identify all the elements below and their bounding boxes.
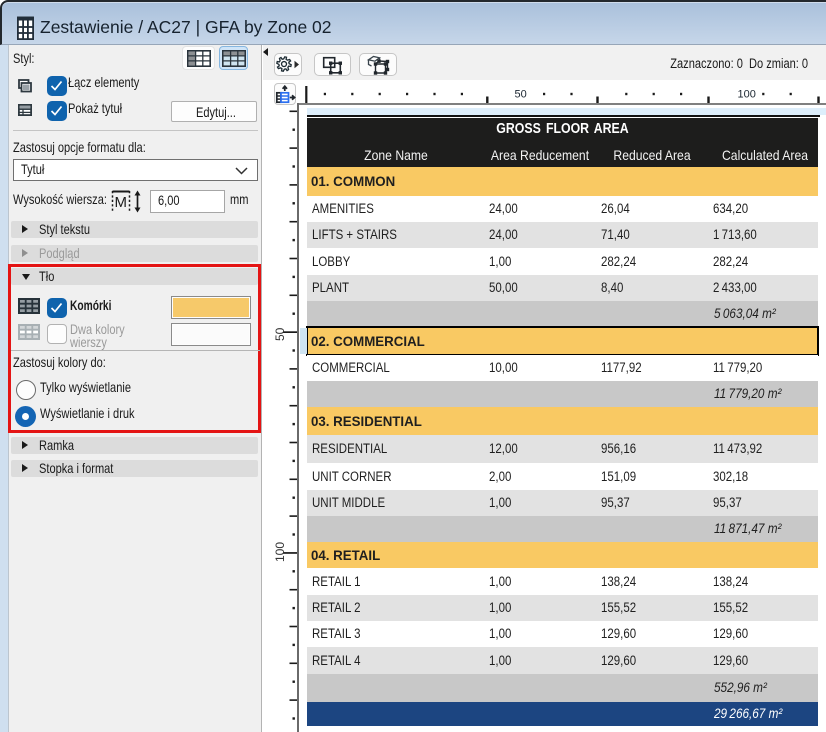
svg-text:50: 50 (515, 89, 527, 101)
svg-text:M: M (115, 194, 128, 211)
svg-text:100: 100 (738, 89, 756, 101)
